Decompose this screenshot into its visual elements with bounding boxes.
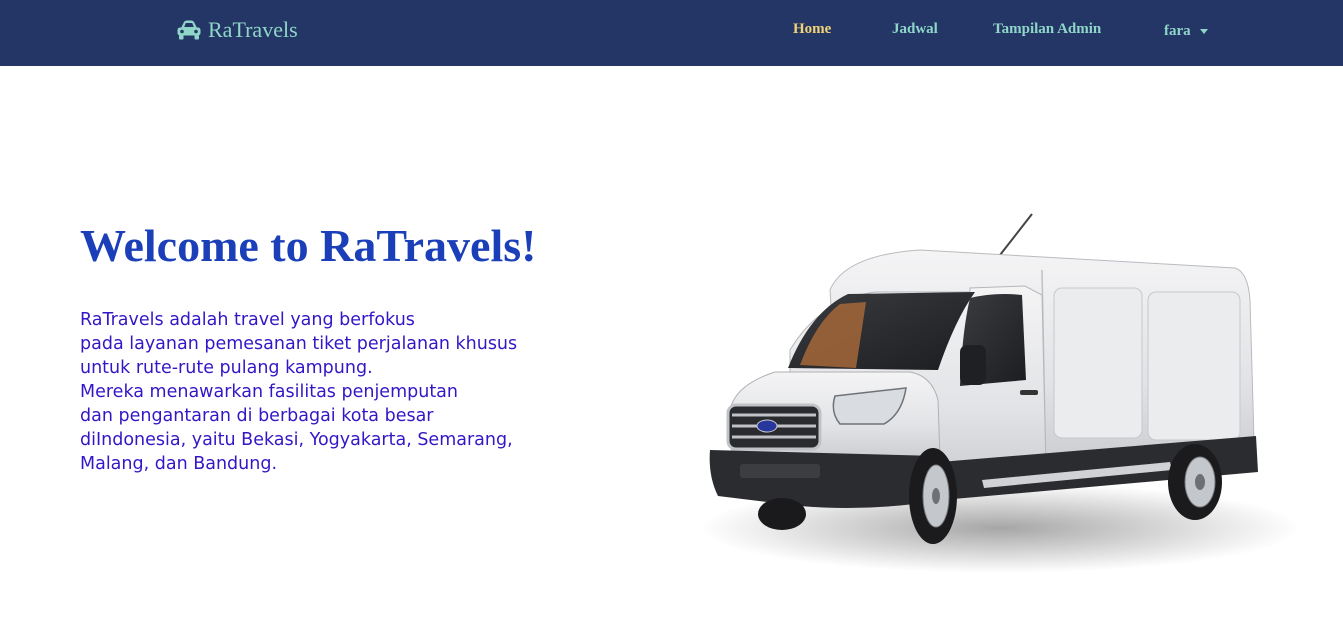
hero-description-line: diIndonesia, yaitu Bekasi, Yogyakarta, S… [80, 430, 513, 450]
car-icon [177, 20, 201, 40]
hero-description-line: untuk rute-rute pulang kampung. [80, 358, 373, 378]
user-dropdown-toggle[interactable]: fara [1164, 21, 1208, 41]
nav-admin-link[interactable]: Tampilan Admin [993, 21, 1101, 41]
navbar: RaTravels Home Jadwal Tampilan Admin far… [0, 0, 1343, 66]
brand-link[interactable]: RaTravels [176, 14, 298, 46]
brand-name: RaTravels [208, 17, 298, 42]
caret-down-icon [1199, 28, 1208, 34]
hero-description-line: Mereka menawarkan fasilitas penjemputan [80, 382, 458, 402]
hero-description-line: Malang, dan Bandung. [80, 454, 278, 474]
hero-description-line: dan pengantaran di berbagai kota besar [80, 406, 434, 426]
hero-description-line: RaTravels adalah travel yang berfokus [80, 310, 415, 330]
nav-home-link[interactable]: Home [793, 21, 831, 41]
hero-description-line: pada layanan pemesanan tiket perjalanan … [80, 334, 518, 354]
user-name: fara [1164, 22, 1191, 39]
white-van-image [670, 200, 1310, 590]
hero-title: Welcome to RaTravels! [80, 220, 537, 271]
hero-description: RaTravels adalah travel yang berfokus pa… [80, 308, 600, 476]
nav-jadwal-link[interactable]: Jadwal [892, 21, 938, 41]
